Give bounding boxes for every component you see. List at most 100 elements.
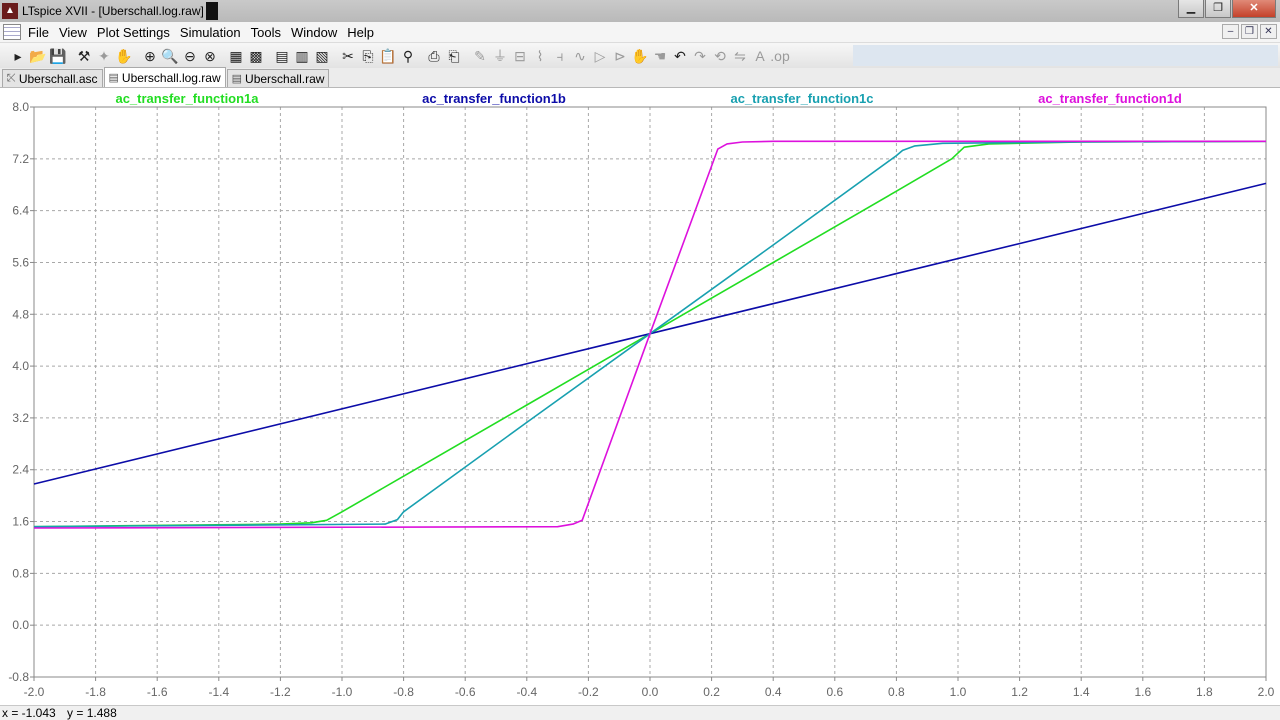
print-icon[interactable]: ⎙ bbox=[424, 46, 444, 66]
find-icon[interactable]: ⚲ bbox=[398, 46, 418, 66]
y-tick-label: 8.0 bbox=[12, 100, 29, 114]
zoom-area-icon[interactable]: 🔍 bbox=[160, 46, 180, 66]
mdi-restore-icon[interactable]: ❐ bbox=[1241, 24, 1258, 39]
document-tabs: ⤪ Uberschall.asc ▤ Uberschall.log.raw ▤ … bbox=[0, 67, 1280, 88]
capacitor-icon[interactable]: ⫞ bbox=[550, 46, 570, 66]
mdi-controls: – ❐ ✕ bbox=[1222, 24, 1277, 39]
menu-view[interactable]: View bbox=[56, 25, 94, 40]
menu-bar: File View Plot Settings Simulation Tools… bbox=[0, 22, 1280, 43]
title-redaction bbox=[205, 2, 218, 20]
x-tick-label: 1.8 bbox=[1196, 685, 1213, 699]
document-waveform-icon[interactable] bbox=[3, 24, 21, 40]
y-tick-label: -0.8 bbox=[8, 670, 29, 684]
undo-icon[interactable]: ↶ bbox=[670, 46, 690, 66]
copy-icon[interactable]: ⎘ bbox=[358, 46, 378, 66]
title-bar: ▲ LTspice XVII - [Uberschall.log.raw] ▁ … bbox=[0, 0, 1280, 22]
legend-entry-ac_transfer_function1a[interactable]: ac_transfer_function1a bbox=[115, 91, 259, 106]
y-tick-label: 7.2 bbox=[12, 152, 29, 166]
tile-vertical-icon[interactable]: ▧ bbox=[312, 46, 332, 66]
x-tick-label: -1.6 bbox=[147, 685, 168, 699]
zoom-out-icon[interactable]: ⊖ bbox=[180, 46, 200, 66]
zoom-fit-icon[interactable]: ⊗ bbox=[200, 46, 220, 66]
y-tick-label: 0.8 bbox=[12, 566, 29, 580]
tab-label: Uberschall.log.raw bbox=[121, 70, 221, 85]
toolbar: ▸ 📂 💾 ⚒ ✦ ✋ ⊕ 🔍 ⊖ ⊗ ▦ ▩ ▤ ▥ ▧ ✂ ⎘ 📋 ⚲ ⎙ … bbox=[0, 43, 1280, 68]
y-tick-label: 0.0 bbox=[12, 618, 29, 632]
status-bar: x = -1.043 y = 1.488 bbox=[0, 705, 1280, 720]
spice-directive-icon[interactable]: .op bbox=[770, 46, 790, 66]
x-tick-label: 1.4 bbox=[1073, 685, 1090, 699]
menu-plot-settings[interactable]: Plot Settings bbox=[94, 25, 177, 40]
tile-horizontal-icon[interactable]: ▤ bbox=[272, 46, 292, 66]
pan-hand-icon[interactable]: ✋ bbox=[114, 46, 134, 66]
window-controls: ▁ ❐ ✕ bbox=[1178, 0, 1276, 18]
move-hand-icon[interactable]: ✋ bbox=[630, 46, 650, 66]
cursor-y-readout: y = 1.488 bbox=[67, 706, 117, 720]
y-tick-label: 4.0 bbox=[12, 359, 29, 373]
control-panel-icon[interactable]: ⚒ bbox=[74, 46, 94, 66]
ground-icon[interactable]: ⏚ bbox=[490, 46, 510, 66]
waveform-chart[interactable]: -2.0 -1.8 -1.6 -1.4 -1.2 -1.0 -0.8 -0.6 -0.4 -0.2… bbox=[0, 88, 1280, 705]
minimize-icon[interactable]: ▁ bbox=[1178, 0, 1204, 18]
x-tick-label: 0.4 bbox=[765, 685, 782, 699]
menu-simulation[interactable]: Simulation bbox=[177, 25, 248, 40]
paste-icon[interactable]: 📋 bbox=[378, 46, 398, 66]
ltspice-app-icon[interactable]: ▲ bbox=[2, 3, 18, 19]
resistor-icon[interactable]: ⌇ bbox=[530, 46, 550, 66]
y-tick-label: 2.4 bbox=[12, 463, 29, 477]
menu-tools[interactable]: Tools bbox=[248, 25, 288, 40]
rotate-icon[interactable]: ⟲ bbox=[710, 46, 730, 66]
tab-uberschall-asc[interactable]: ⤪ Uberschall.asc bbox=[2, 69, 103, 87]
menu-window[interactable]: Window bbox=[288, 25, 344, 40]
autorange-icon[interactable]: ▦ bbox=[226, 46, 246, 66]
x-tick-label: -1.2 bbox=[270, 685, 291, 699]
print-setup-icon[interactable]: ⎗ bbox=[444, 46, 464, 66]
component-icon[interactable]: ⊳ bbox=[610, 46, 630, 66]
legend-entry-ac_transfer_function1c[interactable]: ac_transfer_function1c bbox=[730, 91, 873, 106]
open-icon[interactable]: 📂 bbox=[28, 46, 48, 66]
wire-icon[interactable]: ✎ bbox=[470, 46, 490, 66]
waveform-plot-pane[interactable]: -2.0 -1.8 -1.6 -1.4 -1.2 -1.0 -0.8 -0.6 -0.4 -0.2… bbox=[0, 88, 1280, 705]
tab-uberschall-raw[interactable]: ▤ Uberschall.raw bbox=[226, 69, 330, 87]
mdi-minimize-icon[interactable]: – bbox=[1222, 24, 1239, 39]
cut-icon[interactable]: ✂ bbox=[338, 46, 358, 66]
cascade-icon[interactable]: ▥ bbox=[292, 46, 312, 66]
tab-uberschall-log-raw[interactable]: ▤ Uberschall.log.raw bbox=[103, 67, 226, 87]
zoom-in-icon[interactable]: ⊕ bbox=[140, 46, 160, 66]
x-tick-label: -1.8 bbox=[85, 685, 106, 699]
schematic-icon: ⤪ bbox=[7, 72, 16, 84]
waveform-icon: ▤ bbox=[108, 72, 119, 84]
save-icon[interactable]: 💾 bbox=[48, 46, 68, 66]
x-tick-label: 2.0 bbox=[1258, 685, 1275, 699]
y-tick-label: 4.8 bbox=[12, 307, 29, 321]
close-icon[interactable]: ✕ bbox=[1232, 0, 1276, 18]
x-tick-label: 0.0 bbox=[642, 685, 659, 699]
drag-hand-icon[interactable]: ☚ bbox=[650, 46, 670, 66]
mirror-icon[interactable]: ⇋ bbox=[730, 46, 750, 66]
menu-file[interactable]: File bbox=[25, 25, 56, 40]
text-icon[interactable]: A bbox=[750, 46, 770, 66]
y-tick-label: 1.6 bbox=[12, 515, 29, 529]
legend-entry-ac_transfer_function1b[interactable]: ac_transfer_function1b bbox=[422, 91, 566, 106]
menu-help[interactable]: Help bbox=[344, 25, 381, 40]
x-tick-label: 0.8 bbox=[888, 685, 905, 699]
x-tick-label: -0.6 bbox=[455, 685, 476, 699]
restore-icon[interactable]: ❐ bbox=[1205, 0, 1231, 18]
y-tick-label: 6.4 bbox=[12, 204, 29, 218]
new-schematic-icon[interactable]: ▸ bbox=[8, 46, 28, 66]
legend-entry-ac_transfer_function1d[interactable]: ac_transfer_function1d bbox=[1038, 91, 1182, 106]
x-tick-label: -0.2 bbox=[578, 685, 599, 699]
toolbar-highlight-strip bbox=[853, 45, 1278, 66]
diode-icon[interactable]: ▷ bbox=[590, 46, 610, 66]
inductor-icon[interactable]: ∿ bbox=[570, 46, 590, 66]
grid-icon[interactable]: ▩ bbox=[246, 46, 266, 66]
x-tick-label: 0.6 bbox=[826, 685, 843, 699]
cursor-x-readout: x = -1.043 bbox=[2, 706, 56, 720]
x-tick-label: 0.2 bbox=[703, 685, 720, 699]
label-net-icon[interactable]: ⊟ bbox=[510, 46, 530, 66]
mdi-close-icon[interactable]: ✕ bbox=[1260, 24, 1277, 39]
run-icon[interactable]: ✦ bbox=[94, 46, 114, 66]
redo-icon[interactable]: ↷ bbox=[690, 46, 710, 66]
x-tick-label: -2.0 bbox=[24, 685, 45, 699]
tab-label: Uberschall.asc bbox=[18, 71, 98, 86]
